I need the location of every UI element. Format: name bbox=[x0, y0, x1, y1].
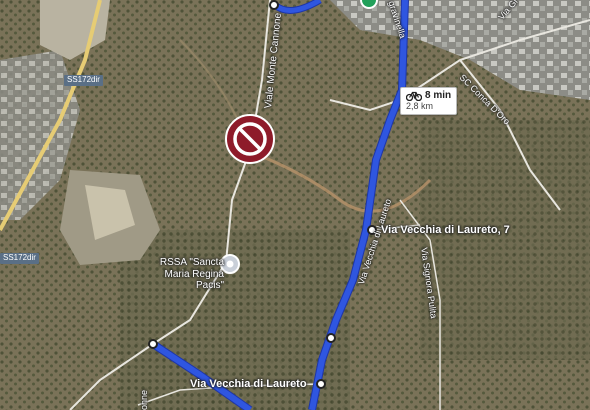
route-waypoint[interactable] bbox=[269, 0, 279, 10]
destination-marker[interactable] bbox=[360, 0, 378, 9]
map-view[interactable]: Viale Monte Cannone Via Vecchia di Laure… bbox=[0, 0, 590, 410]
no-entry-icon[interactable] bbox=[225, 114, 275, 164]
route-waypoint[interactable] bbox=[326, 333, 336, 343]
route-waypoint[interactable] bbox=[148, 339, 158, 349]
satellite-imagery bbox=[0, 0, 590, 410]
route-info-box[interactable]: 8 min 2,8 km bbox=[400, 87, 458, 115]
route-duration: 8 min bbox=[425, 90, 452, 101]
highway-shield: SS172dir bbox=[64, 75, 103, 86]
place-label-address[interactable]: Via Vecchia di Laureto, 7 bbox=[381, 225, 510, 236]
place-label-street[interactable]: Via Vecchia di Laureto bbox=[190, 379, 307, 390]
highway-shield: SS172dir bbox=[0, 253, 39, 264]
road-label-onne: onne bbox=[139, 389, 149, 410]
bicycle-icon bbox=[406, 91, 422, 101]
route-waypoint[interactable] bbox=[316, 379, 326, 389]
route-distance: 2,8 km bbox=[406, 101, 434, 111]
poi-label[interactable]: RSSA "Sancta Maria Regina Pacis" bbox=[136, 257, 224, 292]
